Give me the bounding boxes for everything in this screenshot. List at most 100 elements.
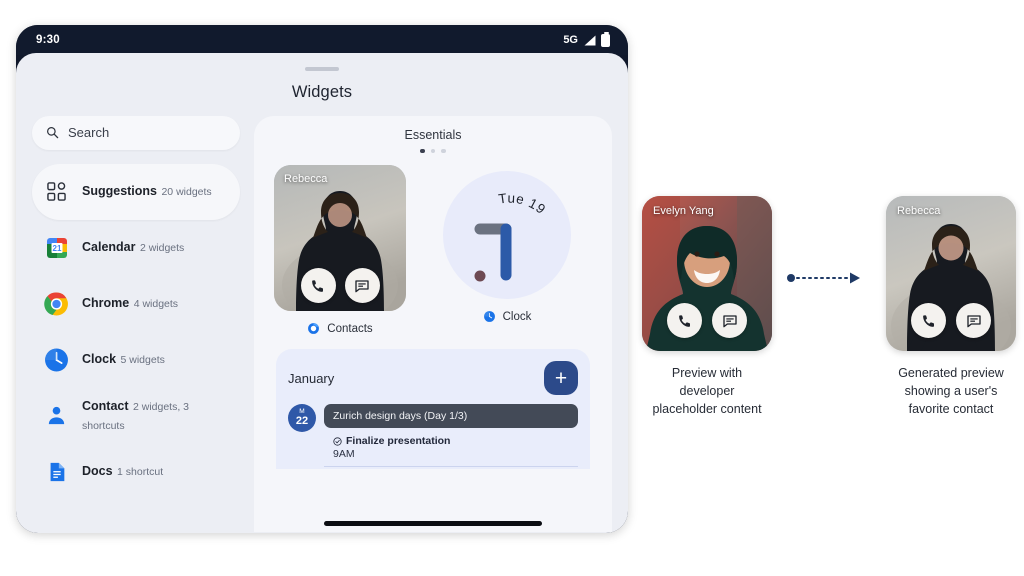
- caption-line: showing a user's: [904, 383, 998, 398]
- app-subtitle: 4 widgets: [133, 298, 179, 311]
- sidebar-item-text: Contact 2 widgets, 3 shortcuts: [82, 397, 228, 433]
- status-indicators: 5G: [563, 31, 610, 47]
- sidebar-item-text: Clock 5 widgets: [82, 350, 165, 368]
- contact-person-icon: [44, 403, 69, 428]
- app-subtitle: 5 widgets: [120, 354, 165, 367]
- chrome-icon: [44, 291, 69, 316]
- widget-sidebar: Search Suggestions 20 widgets 21 Calenda…: [32, 115, 240, 532]
- page-title: Widgets: [291, 82, 353, 101]
- phone-icon[interactable]: [300, 268, 336, 303]
- network-type-label: 5G: [563, 34, 578, 46]
- clock-graphics: Tue 19: [445, 173, 569, 297]
- suggestions-grid-icon: [44, 179, 69, 204]
- screenshot-root: 9:30 5G Widgets Search Suggestions 20 wi…: [0, 0, 1024, 576]
- page-indicator[interactable]: [268, 148, 598, 153]
- page-dot[interactable]: [430, 148, 436, 153]
- status-time: 9:30: [36, 34, 60, 46]
- caption-line: Preview with: [671, 366, 743, 380]
- widget-row: Rebecca Contacts Tue 19 Clock: [268, 165, 598, 335]
- event-title-line: Finalize presentation: [333, 435, 569, 447]
- search-input[interactable]: Search: [32, 115, 240, 150]
- caption-line: developer: [679, 383, 735, 398]
- calendar-event-row[interactable]: Zurich design days (Day 1/3): [324, 404, 578, 428]
- sidebar-item-text: Calendar 2 widgets: [82, 238, 184, 256]
- app-subtitle: 1 shortcut: [117, 466, 164, 479]
- app-subtitle: 2 widgets: [139, 242, 185, 255]
- google-calendar-icon: 21: [44, 235, 69, 260]
- message-icon[interactable]: [344, 268, 380, 303]
- calendar-day-chip[interactable]: M 22: [288, 404, 316, 432]
- phone-icon[interactable]: [667, 303, 702, 338]
- app-name: Calendar: [82, 240, 136, 255]
- add-event-button[interactable]: +: [544, 361, 578, 395]
- home-indicator[interactable]: [324, 521, 542, 526]
- preview-generated-column: Rebecca Generated preview showing a user…: [856, 196, 1024, 418]
- tablet-screen: Widgets Search Suggestions 20 widgets 21…: [16, 53, 628, 533]
- battery-icon: [601, 31, 610, 47]
- clock-widget-label: Clock: [483, 310, 532, 323]
- app-name: Chrome: [82, 296, 130, 311]
- event-title: Finalize presentation: [346, 435, 451, 447]
- sidebar-item-clock[interactable]: Clock 5 widgets: [32, 332, 240, 388]
- google-docs-icon: [44, 459, 69, 484]
- contacts-app-icon: [308, 323, 320, 334]
- signal-triangle-icon: [584, 35, 596, 45]
- message-icon[interactable]: [956, 303, 991, 338]
- sidebar-item-suggestions[interactable]: Suggestions 20 widgets: [32, 163, 240, 220]
- sidebar-item-text: Suggestions 20 widgets: [82, 182, 212, 200]
- preview-placeholder-column: Evelyn Yang Preview with developer place…: [612, 196, 802, 418]
- contact-name: Evelyn Yang: [653, 205, 714, 217]
- app-name: Contact: [82, 399, 129, 414]
- preview-actions: [886, 303, 1016, 338]
- preview-caption: Preview with developer placeholder conte…: [612, 365, 802, 418]
- contact-card[interactable]: Rebecca: [274, 165, 406, 311]
- essentials-panel: Essentials Rebecca Contacts Tue 19 Clock…: [254, 115, 612, 532]
- contacts-widget[interactable]: Rebecca Contacts: [274, 165, 406, 335]
- clock-dot: [474, 270, 486, 282]
- caption-line: favorite contact: [908, 401, 994, 416]
- svg-text:21: 21: [52, 244, 61, 253]
- contact-name: Rebecca: [284, 173, 328, 185]
- calendar-day-row: M 22 Zurich design days (Day 1/3) Finali…: [288, 404, 578, 469]
- day-number: 22: [295, 415, 309, 428]
- caption-line: Generated preview: [898, 366, 1004, 380]
- sidebar-item-chrome[interactable]: Chrome 4 widgets: [32, 276, 240, 332]
- preview-card-placeholder[interactable]: Evelyn Yang: [642, 196, 772, 351]
- contacts-widget-label: Contacts: [274, 322, 406, 335]
- status-bar: 9:30 5G: [16, 25, 628, 55]
- message-icon[interactable]: [712, 303, 747, 338]
- clock-icon: [44, 347, 69, 372]
- divider: [324, 466, 578, 467]
- widget-label-text: Clock: [502, 310, 532, 323]
- sidebar-item-text: Docs 1 shortcut: [82, 462, 163, 480]
- event-time: 9AM: [333, 448, 355, 460]
- clock-widget[interactable]: Tue 19 Clock: [422, 165, 592, 335]
- phone-icon[interactable]: [911, 303, 946, 338]
- page-dot[interactable]: [420, 148, 425, 153]
- sidebar-item-docs[interactable]: Docs 1 shortcut: [32, 444, 240, 500]
- clock-face[interactable]: Tue 19: [443, 171, 571, 299]
- essentials-title: Essentials: [404, 127, 462, 142]
- app-name: Docs: [82, 464, 113, 479]
- calendar-widget[interactable]: January + M 22 Zurich design days (Day 1…: [276, 349, 590, 469]
- clock-app-icon: [483, 311, 495, 322]
- preview-caption: Generated preview showing a user's favor…: [856, 365, 1024, 418]
- contact-actions: [274, 268, 406, 303]
- widgets-body: Search Suggestions 20 widgets 21 Calenda…: [16, 115, 628, 532]
- calendar-events: Zurich design days (Day 1/3) Finalize pr…: [324, 404, 578, 469]
- calendar-month: January: [288, 370, 335, 386]
- page-dot[interactable]: [441, 148, 446, 153]
- preview-actions: [642, 303, 772, 338]
- sidebar-item-contact[interactable]: Contact 2 widgets, 3 shortcuts: [32, 388, 240, 444]
- widget-label-text: Contacts: [327, 322, 373, 335]
- search-icon: [47, 127, 59, 139]
- sidebar-item-calendar[interactable]: 21 Calendar 2 widgets: [32, 220, 240, 276]
- app-subtitle: 20 widgets: [161, 186, 212, 199]
- app-name: Clock: [82, 352, 117, 367]
- preview-card-generated[interactable]: Rebecca: [886, 196, 1016, 351]
- calendar-event-row[interactable]: Finalize presentation 9AM: [324, 434, 578, 460]
- app-list: Suggestions 20 widgets 21 Calendar 2 wid…: [32, 163, 240, 500]
- check-circle-icon: [333, 436, 342, 446]
- drag-handle[interactable]: [305, 67, 339, 71]
- contact-name: Rebecca: [897, 205, 941, 217]
